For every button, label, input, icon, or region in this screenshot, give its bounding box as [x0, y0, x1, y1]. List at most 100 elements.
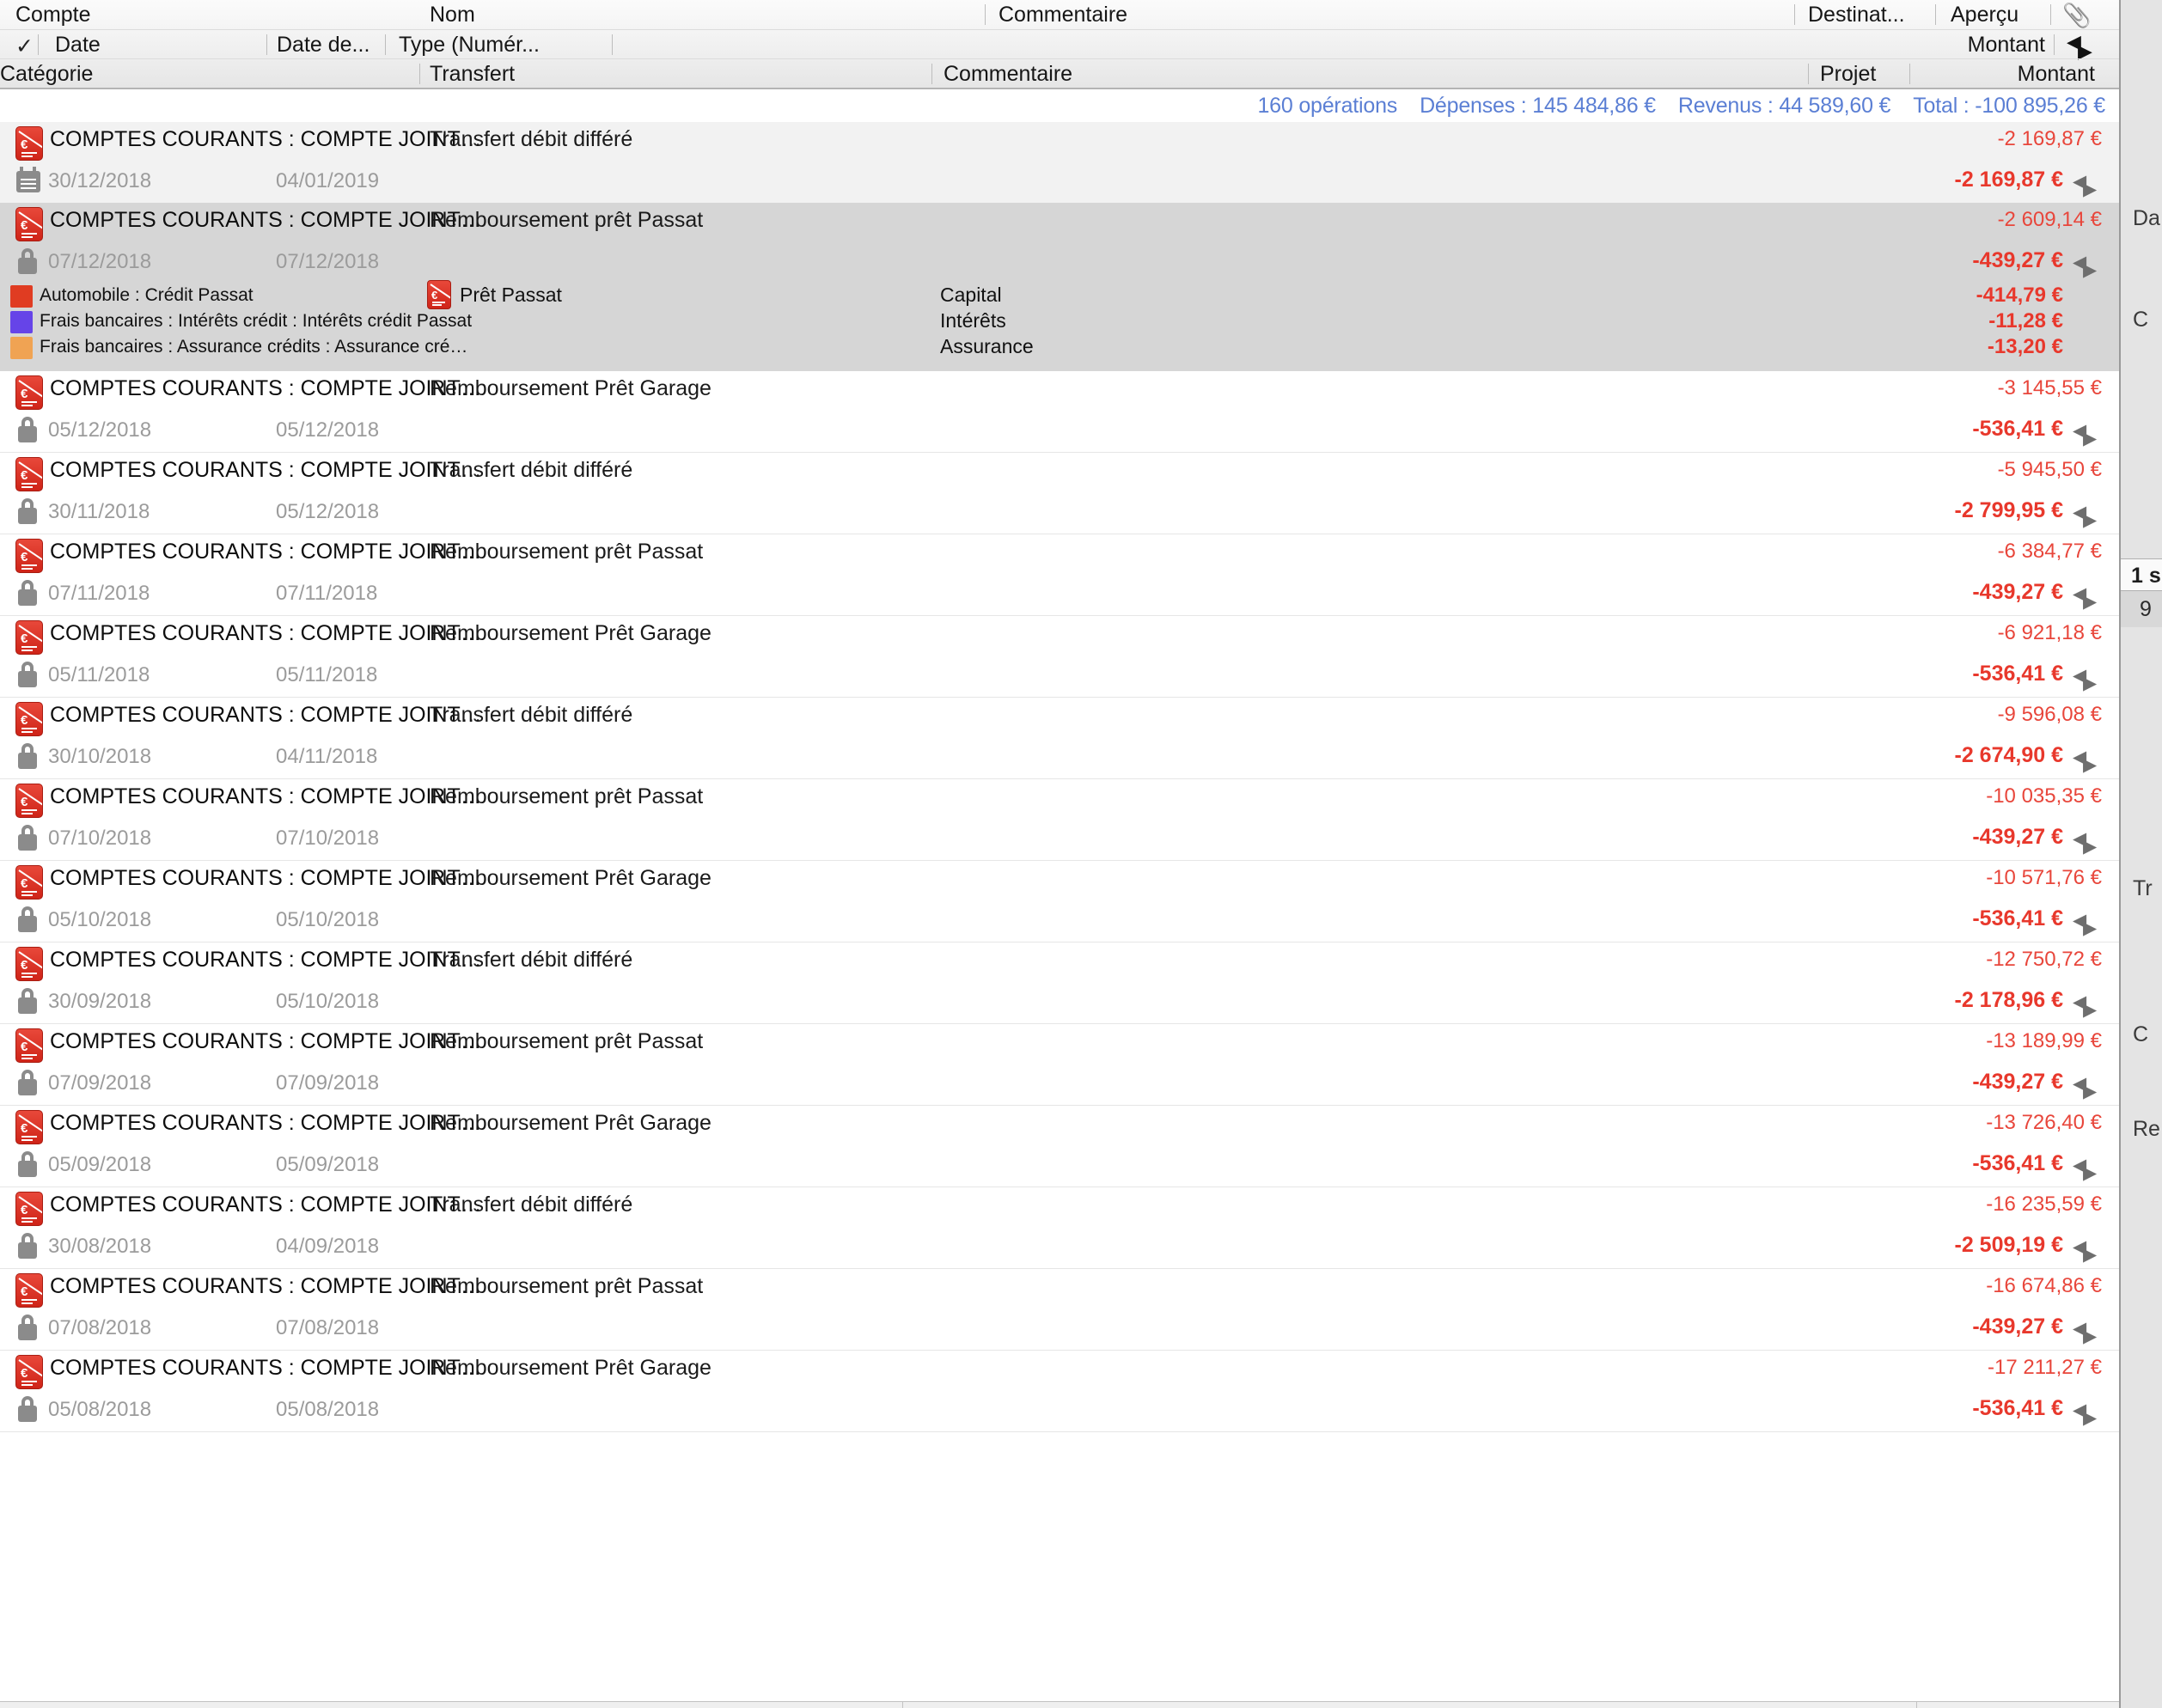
- column-divider[interactable]: [985, 4, 986, 25]
- transaction-running-balance: -10 571,76 €: [1986, 866, 2102, 889]
- lock-icon: [18, 1396, 37, 1422]
- transfer-arrows-icon[interactable]: ◀ ▶: [2073, 585, 2107, 611]
- column-header-aper-u[interactable]: Aperçu: [1951, 0, 2062, 29]
- transaction-row[interactable]: € COMPTES COURANTS : COMPTE JOINT… Transfe…: [0, 942, 2119, 1024]
- transaction-split-row[interactable]: Automobile : Crédit Passat € Prêt Passat Ca…: [0, 280, 2119, 309]
- transaction-value-date: 05/11/2018: [276, 663, 378, 686]
- transaction-value-date: 04/09/2018: [276, 1235, 380, 1258]
- header-row-primary: Compte Nom Commentaire Destinat... Aperçu 📎: [0, 0, 2119, 29]
- column-header-nom[interactable]: Nom: [430, 0, 687, 29]
- category-color-swatch: [10, 285, 33, 308]
- transaction-amount: -439,27 €: [1972, 580, 2063, 604]
- column-divider[interactable]: [419, 64, 420, 84]
- account-icon: €: [15, 947, 43, 981]
- transaction-row[interactable]: € COMPTES COURANTS : COMPTE JOINT… Transfe…: [0, 698, 2119, 779]
- column-header-montant[interactable]: Montant: [1923, 59, 2095, 88]
- transaction-name: Remboursement prêt Passat: [430, 1274, 704, 1298]
- transaction-amount: -439,27 €: [1972, 248, 2063, 272]
- summary-bar: 160 opérations Dépenses : 145 484,86 € R…: [0, 89, 2119, 122]
- transfer-arrows-icon[interactable]: ◀ ▶: [2073, 993, 2107, 1019]
- transaction-split-row[interactable]: Frais bancaires : Intérêts crédit : Inté…: [0, 309, 2119, 335]
- transfer-arrows-icon[interactable]: ◀ ▶: [2073, 1320, 2107, 1345]
- transaction-name: Remboursement prêt Passat: [430, 784, 704, 808]
- transaction-date: 30/08/2018: [48, 1235, 152, 1258]
- column-header-compte[interactable]: Compte: [15, 0, 273, 29]
- inspector-section-header[interactable]: 1 s: [2121, 558, 2162, 591]
- column-header-destinat[interactable]: Destinat...: [1808, 0, 1937, 29]
- transaction-row[interactable]: € COMPTES COURANTS : COMPTE JOINT… Rembour…: [0, 1269, 2119, 1351]
- split-comment: Intérêts: [940, 309, 1006, 332]
- account-icon: €: [15, 539, 43, 573]
- bottom-toolbar[interactable]: [0, 1701, 2119, 1708]
- column-header-cat-gorie[interactable]: Catégorie: [0, 59, 258, 88]
- transfer-arrows-icon[interactable]: ◀ ▶: [2073, 1075, 2107, 1101]
- transaction-row[interactable]: € COMPTES COURANTS : COMPTE JOINT… Rembour…: [0, 1351, 2119, 1432]
- transaction-primary-line: € COMPTES COURANTS : COMPTE JOINT… Rembour…: [0, 779, 2119, 820]
- transfer-arrows-icon[interactable]: ◀ ▶: [2073, 173, 2107, 198]
- transaction-row[interactable]: € COMPTES COURANTS : COMPTE JOINT… Rembour…: [0, 1106, 2119, 1187]
- transaction-value-date: 05/09/2018: [276, 1153, 380, 1176]
- transaction-primary-line: € COMPTES COURANTS : COMPTE JOINT… Transfe…: [0, 1187, 2119, 1228]
- checkmark-column-icon[interactable]: ✓: [15, 34, 34, 59]
- column-header-montant[interactable]: Montant: [1873, 30, 2045, 59]
- transaction-amount: -2 169,87 €: [1954, 168, 2064, 192]
- lock-icon: [18, 825, 37, 851]
- column-header-commentaire[interactable]: Commentaire: [944, 59, 1201, 88]
- transaction-row[interactable]: € COMPTES COURANTS : COMPTE JOINT… Rembour…: [0, 616, 2119, 698]
- column-header-type-num-r[interactable]: Type (Numér...: [399, 30, 614, 59]
- transaction-row[interactable]: € COMPTES COURANTS : COMPTE JOINT… Transfe…: [0, 122, 2119, 203]
- transaction-row[interactable]: € COMPTES COURANTS : COMPTE JOINT… Rembour…: [0, 861, 2119, 942]
- transaction-primary-line: € COMPTES COURANTS : COMPTE JOINT… Rembour…: [0, 203, 2119, 243]
- column-header-date[interactable]: Date: [55, 30, 270, 59]
- column-divider[interactable]: [38, 34, 39, 55]
- column-header-commentaire[interactable]: Commentaire: [999, 0, 1256, 29]
- paperclip-icon[interactable]: 📎: [2062, 2, 2092, 29]
- transaction-secondary-line: 30/12/2018 04/01/2019 -2 169,87 € ◀ ▶: [0, 162, 2119, 203]
- transaction-row[interactable]: € COMPTES COURANTS : COMPTE JOINT… Rembour…: [0, 1024, 2119, 1106]
- transfer-arrows-icon[interactable]: ◀ ▶: [2073, 1238, 2107, 1264]
- transaction-value-date: 05/10/2018: [276, 908, 380, 931]
- transfer-arrows-icon[interactable]: ◀ ▶: [2073, 830, 2107, 856]
- transaction-running-balance: -13 189,99 €: [1986, 1029, 2102, 1052]
- lock-icon: [18, 743, 37, 769]
- transfer-arrows-icon[interactable]: ◀ ▶: [2073, 1401, 2107, 1427]
- transaction-secondary-line: 05/10/2018 05/10/2018 -536,41 € ◀ ▶: [0, 901, 2119, 942]
- transfer-arrows-icon[interactable]: ◀ ▶: [2073, 748, 2107, 774]
- transfer-arrows-icon[interactable]: ◀ ▶: [2073, 912, 2107, 937]
- inspector-panel[interactable]: Da C Tr C Re 1 s 9: [2119, 0, 2162, 1708]
- transfer-arrows-icon[interactable]: ◀ ▶: [2073, 422, 2107, 448]
- lock-icon: [18, 662, 37, 687]
- transaction-date: 30/10/2018: [48, 745, 152, 768]
- transaction-primary-line: € COMPTES COURANTS : COMPTE JOINT… Rembour…: [0, 1024, 2119, 1064]
- transfer-arrows-icon[interactable]: ◀ ▶: [2067, 33, 2104, 61]
- column-divider[interactable]: [1808, 64, 1809, 84]
- transaction-account: COMPTES COURANTS : COMPTE JOINT…: [50, 1193, 482, 1217]
- column-divider[interactable]: [931, 64, 932, 84]
- transaction-running-balance: -6 384,77 €: [1997, 540, 2102, 563]
- split-comment: Capital: [940, 284, 1002, 306]
- transaction-value-date: 05/12/2018: [276, 500, 380, 523]
- column-divider[interactable]: [2054, 34, 2055, 55]
- column-header-transfert[interactable]: Transfert: [430, 59, 687, 88]
- column-divider[interactable]: [1794, 4, 1795, 25]
- transfer-arrows-icon[interactable]: ◀ ▶: [2073, 1156, 2107, 1182]
- transaction-row[interactable]: € COMPTES COURANTS : COMPTE JOINT… Transfe…: [0, 453, 2119, 534]
- transaction-row[interactable]: € COMPTES COURANTS : COMPTE JOINT… Rembour…: [0, 203, 2119, 371]
- transaction-split-row[interactable]: Frais bancaires : Assurance crédits : As…: [0, 335, 2119, 361]
- transaction-row[interactable]: € COMPTES COURANTS : COMPTE JOINT… Transfe…: [0, 1187, 2119, 1269]
- transaction-date: 05/09/2018: [48, 1153, 152, 1176]
- transfer-arrows-icon[interactable]: ◀ ▶: [2073, 503, 2107, 529]
- transaction-row[interactable]: € COMPTES COURANTS : COMPTE JOINT… Rembour…: [0, 371, 2119, 453]
- transaction-name: Remboursement Prêt Garage: [430, 1111, 712, 1135]
- transfer-arrows-icon[interactable]: ◀ ▶: [2073, 253, 2107, 279]
- transaction-row[interactable]: € COMPTES COURANTS : COMPTE JOINT… Rembour…: [0, 779, 2119, 861]
- transaction-list[interactable]: € COMPTES COURANTS : COMPTE JOINT… Transfe…: [0, 122, 2119, 1708]
- account-icon: €: [15, 457, 43, 491]
- transaction-primary-line: € COMPTES COURANTS : COMPTE JOINT… Rembour…: [0, 861, 2119, 901]
- transfer-arrows-icon[interactable]: ◀ ▶: [2073, 667, 2107, 692]
- transaction-row[interactable]: € COMPTES COURANTS : COMPTE JOINT… Rembour…: [0, 534, 2119, 616]
- account-icon: €: [15, 207, 43, 241]
- transaction-primary-line: € COMPTES COURANTS : COMPTE JOINT… Transfe…: [0, 453, 2119, 493]
- inspector-subsection[interactable]: 9: [2121, 591, 2162, 627]
- transaction-running-balance: -2 609,14 €: [1997, 208, 2102, 231]
